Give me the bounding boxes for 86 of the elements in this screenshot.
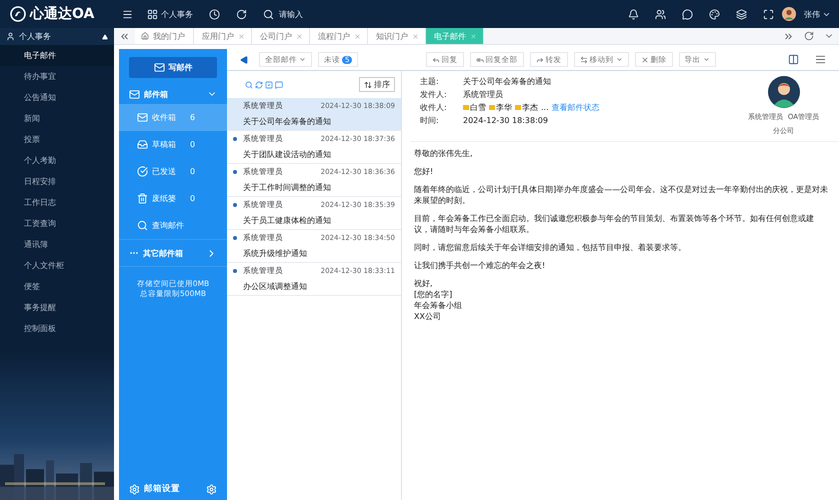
sidebar-item[interactable]: 便签 xyxy=(0,276,114,297)
tab[interactable]: 我的门户 xyxy=(151,30,187,42)
mail-subject: 关于公司年会筹备的通知 xyxy=(243,116,332,126)
signature-line: 祝好, xyxy=(414,278,434,289)
signature-line: [您的名字] xyxy=(414,289,454,300)
close-icon xyxy=(640,56,649,64)
tab[interactable]: 公司门户 xyxy=(258,30,294,42)
contact-icon xyxy=(489,105,495,110)
user-menu[interactable]: 张伟 xyxy=(796,8,822,20)
field-label: 时间: xyxy=(420,115,440,126)
recipient-name: 白雪 xyxy=(470,102,486,113)
search-field[interactable]: 请输入 xyxy=(277,8,357,20)
message-icon[interactable] xyxy=(275,80,283,88)
forward-icon xyxy=(536,56,544,64)
message-paragraph: 您好! xyxy=(414,166,434,177)
field-label: 主题: xyxy=(420,76,440,87)
reply-all-icon xyxy=(476,56,484,64)
sidebar-item[interactable]: 日程安排 xyxy=(0,171,114,192)
recipient-name: 李华 xyxy=(496,102,512,113)
section-header[interactable]: 个人事务 xyxy=(0,28,114,45)
signature-line: XX公司 xyxy=(414,311,442,322)
gear-icon xyxy=(129,484,140,494)
reply-icon xyxy=(432,56,440,64)
mail-subject: 关于团队建设活动的通知 xyxy=(243,148,332,160)
tab[interactable]: 应用门户 xyxy=(200,30,236,42)
sidebar-item[interactable]: 工资查询 xyxy=(0,213,114,234)
sidebar-item[interactable]: 个人考勤 xyxy=(0,150,114,171)
message-paragraph: 同时，请您留意后续关于年会详细安排的通知，包括节目申报、着装要求等。 xyxy=(414,242,687,253)
field-label: 发件人: xyxy=(420,89,448,100)
avatar-icon xyxy=(782,7,796,21)
tab[interactable]: 知识门户 xyxy=(374,30,410,42)
envelope-icon xyxy=(129,88,140,100)
mail-subject: 办公区域调整通知 xyxy=(243,280,308,292)
field-value: 系统管理员 xyxy=(463,89,504,100)
app-logo: 心通达OA xyxy=(30,5,94,23)
grid-icon[interactable] xyxy=(147,8,158,20)
contact-icon xyxy=(463,105,469,110)
caret-icon xyxy=(702,56,710,63)
tray-icon xyxy=(137,139,148,150)
mail-subject: 关于工作时间调整的通知 xyxy=(243,182,332,192)
compose-button[interactable]: 写邮件 xyxy=(129,57,217,78)
mail-subject: 关于员工健康体检的通知 xyxy=(243,214,332,226)
sort-icon xyxy=(364,80,372,88)
sidebar-item[interactable]: 公告通知 xyxy=(0,87,114,108)
recipient-name: 李杰 xyxy=(522,102,538,113)
field-value: 2024-12-30 18:38:09 xyxy=(463,115,549,126)
user-icon xyxy=(6,32,15,41)
sidebar-item[interactable]: 待办事宜 xyxy=(0,66,114,87)
sort-button[interactable]: 排序 xyxy=(359,77,395,92)
search-icon xyxy=(137,220,148,231)
sidebar-item[interactable]: 电子邮件 xyxy=(0,45,114,66)
sidebar-item[interactable]: 新闻 xyxy=(0,108,114,129)
envelope-icon xyxy=(154,62,164,73)
caret-icon xyxy=(299,56,306,63)
message-paragraph: 目前，年会筹备工作已全面启动。我们诚邀您积极参与年会的节目策划、布置装饰等各个环节。如有任何创意或建议，请随时与年会筹备小组联系。 xyxy=(414,213,815,235)
tab[interactable]: 流程门户 xyxy=(316,30,352,42)
message-paragraph: 随着年终的临近，公司计划于[具体日期]举办年度盛会——公司年会。这不仅是对过去一年辛勤付出的庆祝，更是对未来展望的时刻。 xyxy=(414,184,829,206)
search-icon xyxy=(263,8,274,20)
settings-icon[interactable] xyxy=(206,484,217,494)
contact-icon xyxy=(515,105,521,110)
field-label: 收件人: xyxy=(420,102,448,113)
home-icon xyxy=(141,32,149,40)
search-icon[interactable] xyxy=(245,80,253,88)
sidebar-item[interactable]: 工作日志 xyxy=(0,192,114,213)
envelope-icon xyxy=(137,112,148,123)
personal-menu[interactable]: 个人事务 xyxy=(158,8,201,20)
mail-status-link[interactable]: 查看邮件状态 xyxy=(552,102,600,113)
signature-line: 年会筹备小组 xyxy=(414,300,463,311)
field-value: 关于公司年会筹备的通知 xyxy=(463,76,552,87)
sidebar-item[interactable]: 投票 xyxy=(0,129,114,150)
message-paragraph: 让我们携手共创一个难忘的年会之夜! xyxy=(414,260,546,271)
sidebar-item[interactable]: 通讯簿 xyxy=(0,234,114,255)
sidebar-item[interactable]: 个人文件柜 xyxy=(0,255,114,276)
sidebar-item[interactable]: 控制面板 xyxy=(0,318,114,339)
logo-icon xyxy=(10,6,26,22)
caret-icon xyxy=(616,56,623,63)
mail-subject: 系统升级维护通知 xyxy=(243,248,308,258)
sidebar-item[interactable]: 事务提醒 xyxy=(0,297,114,318)
collapse-icon[interactable] xyxy=(240,56,248,64)
avatar-icon xyxy=(768,76,800,108)
more-recipients: ... xyxy=(541,103,549,112)
message-paragraph: 尊敬的张伟先生, xyxy=(414,148,474,159)
check-circle-icon xyxy=(137,166,148,177)
arrows-icon xyxy=(580,56,588,64)
trash-icon xyxy=(137,193,148,204)
checkbox-icon[interactable] xyxy=(265,80,273,88)
